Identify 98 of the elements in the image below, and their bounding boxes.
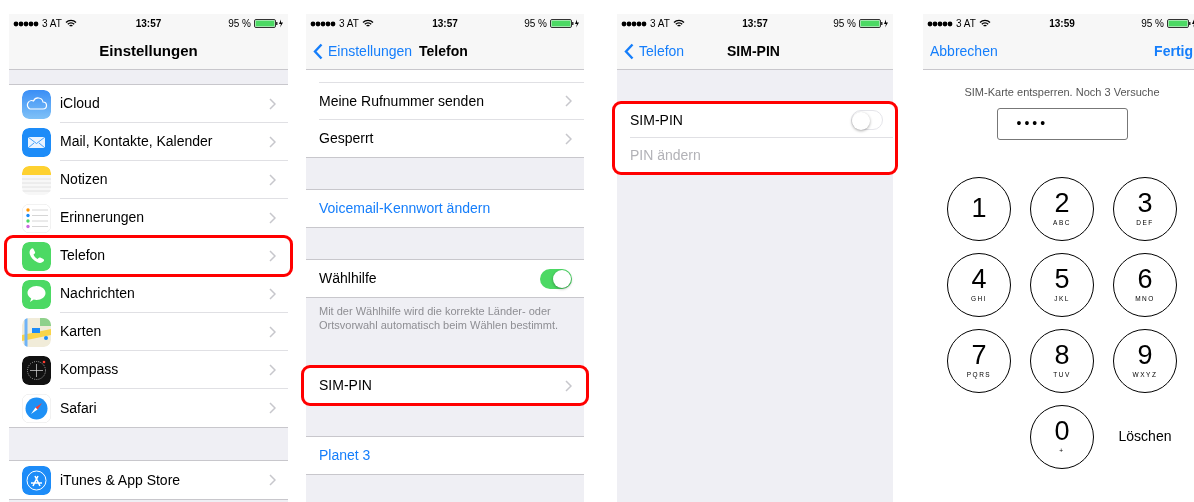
cloud-icon [22,89,51,119]
settings-row[interactable]: Notizen [9,161,288,199]
nav-title: Einstellungen [99,40,198,61]
phone-icon [22,241,51,271]
status-time: 13:57 [741,17,769,31]
toggle-switch[interactable] [851,110,883,130]
chevron-icon [269,135,276,148]
row-label: Voicemail-Kennwort ändern [319,199,492,218]
signal-icon [13,20,39,27]
settings-row[interactable]: Karten [9,313,288,351]
signal-icon [927,20,953,27]
row-label: Gesperrt [319,129,375,148]
row-label: Wählhilfe [319,269,378,288]
back-link[interactable]: Einstellungen [328,40,413,62]
chevron-icon [565,95,572,107]
row-label: Safari [60,398,98,418]
carrier-name: 3 AT [956,17,976,31]
carrier-name: 3 AT [339,17,359,31]
chevron-icon [269,173,276,186]
row-label: Karten [60,322,103,341]
status-time: 13:57 [431,17,459,31]
row-label: PIN ändern [630,146,702,165]
settings-row[interactable]: Telefon [9,237,288,275]
back-link[interactable]: Telefon [639,40,685,62]
toggle-switch[interactable] [540,268,572,289]
settings-row[interactable]: Meine Rufnummer senden [306,83,584,120]
settings-row[interactable]: Gesperrt [306,120,584,157]
keypad-key[interactable]: 1 [947,176,1011,241]
row-label: Notizen [60,170,109,189]
chevron-icon [269,287,276,300]
nav-title: Telefon [419,41,468,61]
battery-percent: 95 % [228,17,251,31]
pin-field[interactable]: •••• [996,107,1128,140]
settings-row[interactable]: SIM-PIN [617,103,893,138]
chevron-icon [269,402,276,414]
row-label: SIM-PIN [319,376,373,395]
back-chevron-icon [624,42,634,60]
settings-row[interactable]: Mail, Kontakte, Kalender [9,123,288,161]
map-icon [22,317,51,347]
signal-icon [310,20,336,27]
settings-row[interactable]: Wählhilfe [306,260,584,297]
status-time: 13:59 [1048,17,1076,31]
chevron-icon [269,97,276,110]
chevron-icon [269,325,276,338]
delete-button[interactable]: Löschen [1118,426,1172,447]
wifi-icon [64,19,77,28]
row-label: Mail, Kontakte, Kalender [60,132,214,151]
back-chevron-icon [313,42,323,60]
settings-row[interactable]: Safari [9,389,288,427]
done-button[interactable]: Fertig [1154,40,1193,62]
chevron-icon [565,379,572,392]
settings-row[interactable]: iTunes & App Store [9,461,288,499]
row-label: Meine Rufnummer senden [319,91,485,111]
row-label: Telefon [60,246,107,265]
speech-bubble-icon [22,279,51,309]
battery-charging-icon [550,19,580,28]
battery-percent: 95 % [524,17,547,31]
envelope-icon [22,127,51,157]
battery-charging-icon [859,19,889,28]
row-label: iTunes & App Store [60,470,182,490]
footer-note: Mit der Wählhilfe wird die korrekte Länder- oder Ortsvorwahl automatisch beim Wählen bestimmt. [318,304,560,333]
signal-icon [621,20,647,27]
settings-row[interactable]: Nachrichten [9,275,288,313]
row-label: SIM-PIN [630,110,684,130]
carrier-name: 3 AT [650,17,670,31]
unlock-prompt: SIM-Karte entsperren. Noch 3 Versuche [964,85,1160,100]
battery-percent: 95 % [833,17,856,31]
carrier-name: 3 AT [42,17,62,31]
chevron-icon [269,363,276,376]
app-store-icon [22,465,51,495]
status-time: 13:57 [134,17,163,31]
settings-row[interactable]: SIM-PIN [306,367,584,404]
settings-row[interactable]: Planet 3 [306,437,584,474]
wifi-icon [978,19,991,28]
row-label: Nachrichten [60,284,136,303]
compass-icon [22,355,51,385]
battery-charging-icon [1167,19,1194,28]
compass-needle-icon [22,393,51,423]
cancel-button[interactable]: Abbrechen [930,40,998,62]
settings-row[interactable]: Voicemail-Kennwort ändern [306,190,584,227]
row-label: iCloud [60,94,101,113]
settings-row[interactable]: iCloud [9,85,288,123]
wifi-icon [361,19,374,28]
battery-charging-icon [254,19,284,28]
nav-title: SIM-PIN [727,41,780,61]
chevron-icon [269,249,276,262]
wifi-icon [672,19,685,28]
notepad-icon [22,165,51,195]
row-label: Planet 3 [319,446,372,465]
chevron-icon [269,211,276,224]
settings-row[interactable]: Kompass [9,351,288,389]
row-label: Kompass [60,360,120,379]
chevron-icon [565,132,572,145]
row-label: Erinnerungen [60,208,146,227]
checklist-icon [22,203,51,233]
settings-row[interactable]: Erinnerungen [9,199,288,237]
battery-percent: 95 % [1141,17,1164,31]
chevron-icon [269,474,276,486]
